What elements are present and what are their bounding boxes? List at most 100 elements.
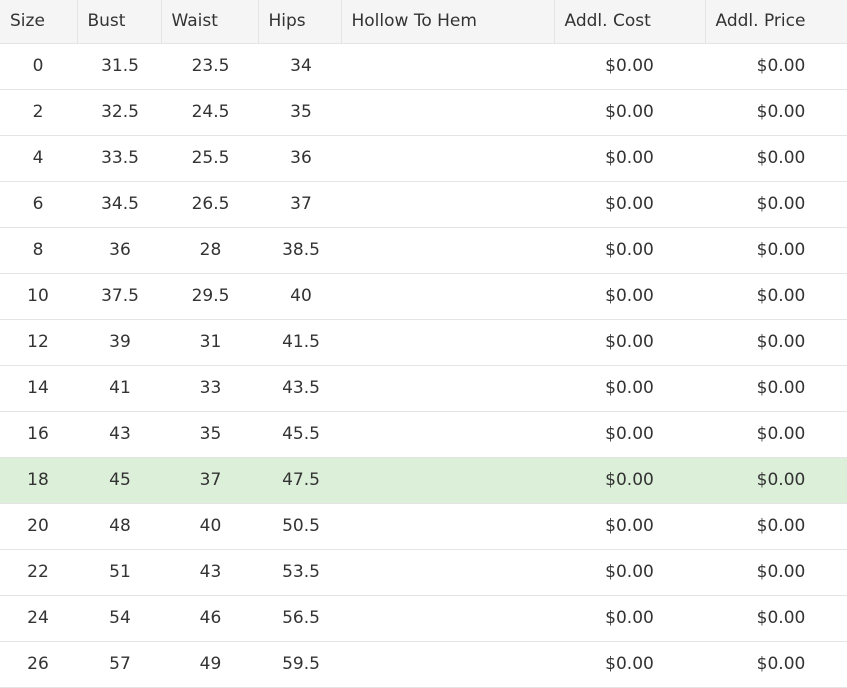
table-row[interactable]: 22 51 43 53.5 $0.00 $0.00: [0, 549, 847, 596]
cell-size: 24: [0, 595, 77, 642]
cell-size: 12: [0, 319, 77, 366]
cell-addl-cost: $0.00: [554, 595, 705, 642]
cell-size: 16: [0, 411, 77, 458]
cell-size: 20: [0, 503, 77, 550]
cell-addl-cost: $0.00: [554, 181, 705, 228]
cell-hollow-to-hem: [341, 457, 554, 504]
cell-hollow-to-hem: [341, 503, 554, 550]
cell-addl-cost: $0.00: [554, 549, 705, 596]
cell-addl-cost: $0.00: [554, 135, 705, 182]
cell-addl-price: $0.00: [705, 457, 847, 504]
cell-waist: 33: [161, 365, 258, 412]
table-header-row: Size Bust Waist Hips Hollow To Hem Addl.…: [0, 0, 847, 44]
cell-addl-cost: $0.00: [554, 227, 705, 274]
table-row[interactable]: 0 31.5 23.5 34 $0.00 $0.00: [0, 43, 847, 90]
cell-addl-price: $0.00: [705, 135, 847, 182]
table-row[interactable]: 2 32.5 24.5 35 $0.00 $0.00: [0, 89, 847, 136]
table-row[interactable]: 24 54 46 56.5 $0.00 $0.00: [0, 595, 847, 642]
cell-hollow-to-hem: [341, 365, 554, 412]
cell-addl-cost: $0.00: [554, 43, 705, 90]
cell-hollow-to-hem: [341, 227, 554, 274]
table-row[interactable]: 8 36 28 38.5 $0.00 $0.00: [0, 227, 847, 274]
cell-hips: 37: [258, 181, 341, 228]
cell-waist: 26.5: [161, 181, 258, 228]
table-row[interactable]: 12 39 31 41.5 $0.00 $0.00: [0, 319, 847, 366]
cell-addl-cost: $0.00: [554, 365, 705, 412]
table-row[interactable]: 26 57 49 59.5 $0.00 $0.00: [0, 641, 847, 688]
column-header-hollow-to-hem: Hollow To Hem: [341, 0, 555, 44]
cell-hips: 38.5: [258, 227, 341, 274]
cell-addl-price: $0.00: [705, 641, 847, 688]
cell-waist: 25.5: [161, 135, 258, 182]
table-row[interactable]: 16 43 35 45.5 $0.00 $0.00: [0, 411, 847, 458]
cell-size: 4: [0, 135, 77, 182]
cell-hips: 35: [258, 89, 341, 136]
table-row-highlighted[interactable]: 18 45 37 47.5 $0.00 $0.00: [0, 457, 847, 504]
cell-hollow-to-hem: [341, 89, 554, 136]
table-row[interactable]: 4 33.5 25.5 36 $0.00 $0.00: [0, 135, 847, 182]
cell-addl-price: $0.00: [705, 43, 847, 90]
cell-addl-cost: $0.00: [554, 503, 705, 550]
cell-waist: 24.5: [161, 89, 258, 136]
cell-hips: 47.5: [258, 457, 341, 504]
cell-addl-cost: $0.00: [554, 411, 705, 458]
cell-bust: 31.5: [77, 43, 161, 90]
cell-size: 8: [0, 227, 77, 274]
cell-hollow-to-hem: [341, 135, 554, 182]
cell-hollow-to-hem: [341, 319, 554, 366]
cell-hips: 41.5: [258, 319, 341, 366]
cell-hips: 43.5: [258, 365, 341, 412]
cell-addl-price: $0.00: [705, 273, 847, 320]
cell-hips: 50.5: [258, 503, 341, 550]
cell-hollow-to-hem: [341, 273, 554, 320]
cell-hips: 34: [258, 43, 341, 90]
cell-hips: 36: [258, 135, 341, 182]
cell-bust: 43: [77, 411, 161, 458]
column-header-waist: Waist: [161, 0, 259, 44]
cell-bust: 33.5: [77, 135, 161, 182]
cell-size: 26: [0, 641, 77, 688]
table-row[interactable]: 20 48 40 50.5 $0.00 $0.00: [0, 503, 847, 550]
table-row[interactable]: 14 41 33 43.5 $0.00 $0.00: [0, 365, 847, 412]
cell-bust: 39: [77, 319, 161, 366]
cell-size: 14: [0, 365, 77, 412]
cell-waist: 35: [161, 411, 258, 458]
cell-waist: 46: [161, 595, 258, 642]
column-header-size: Size: [0, 0, 78, 44]
cell-hips: 53.5: [258, 549, 341, 596]
cell-addl-cost: $0.00: [554, 89, 705, 136]
table-row[interactable]: 6 34.5 26.5 37 $0.00 $0.00: [0, 181, 847, 228]
cell-waist: 23.5: [161, 43, 258, 90]
table-row[interactable]: 10 37.5 29.5 40 $0.00 $0.00: [0, 273, 847, 320]
cell-waist: 40: [161, 503, 258, 550]
cell-hollow-to-hem: [341, 411, 554, 458]
cell-addl-cost: $0.00: [554, 641, 705, 688]
cell-size: 18: [0, 457, 77, 504]
cell-hips: 40: [258, 273, 341, 320]
cell-addl-cost: $0.00: [554, 319, 705, 366]
cell-addl-price: $0.00: [705, 319, 847, 366]
table-body: 0 31.5 23.5 34 $0.00 $0.00 2 32.5 24.5 35 $0.00 $0.…: [0, 43, 847, 688]
size-chart-table: Size Bust Waist Hips Hollow To Hem Addl.…: [0, 0, 847, 688]
cell-waist: 37: [161, 457, 258, 504]
cell-bust: 54: [77, 595, 161, 642]
column-header-bust: Bust: [77, 0, 162, 44]
cell-addl-price: $0.00: [705, 595, 847, 642]
cell-bust: 48: [77, 503, 161, 550]
column-header-addl-price: Addl. Price: [705, 0, 847, 44]
cell-size: 0: [0, 43, 77, 90]
cell-addl-price: $0.00: [705, 227, 847, 274]
cell-addl-cost: $0.00: [554, 457, 705, 504]
cell-waist: 29.5: [161, 273, 258, 320]
cell-hips: 56.5: [258, 595, 341, 642]
cell-hollow-to-hem: [341, 641, 554, 688]
cell-bust: 51: [77, 549, 161, 596]
cell-addl-price: $0.00: [705, 549, 847, 596]
cell-bust: 41: [77, 365, 161, 412]
cell-waist: 31: [161, 319, 258, 366]
cell-hips: 59.5: [258, 641, 341, 688]
cell-size: 2: [0, 89, 77, 136]
cell-addl-cost: $0.00: [554, 273, 705, 320]
cell-bust: 34.5: [77, 181, 161, 228]
cell-size: 10: [0, 273, 77, 320]
